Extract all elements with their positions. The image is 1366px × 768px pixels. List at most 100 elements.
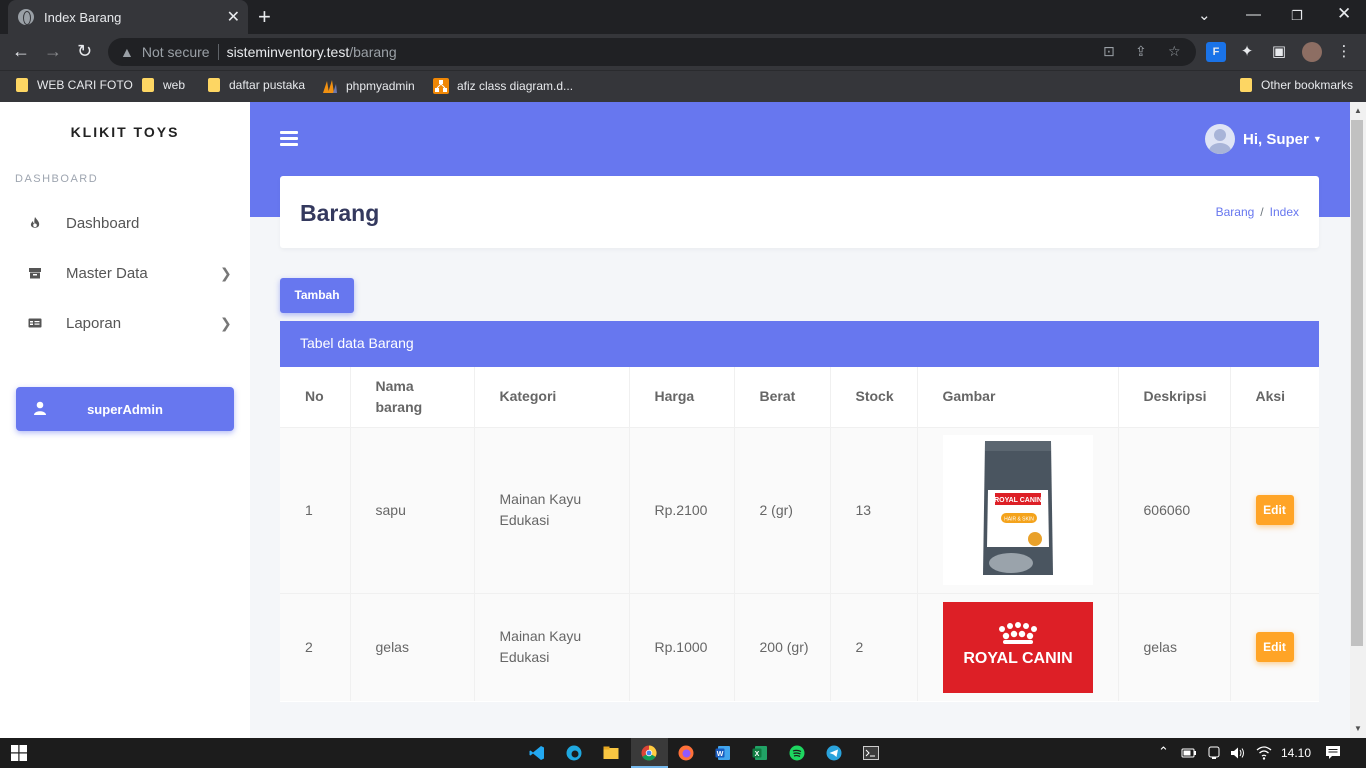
hamburger-menu-icon[interactable] <box>280 131 298 146</box>
restore-button[interactable]: ❐ <box>1291 8 1303 24</box>
table-caption: Tabel data Barang <box>280 321 1319 367</box>
chrome-icon[interactable] <box>641 745 657 761</box>
battery-icon[interactable] <box>1181 745 1197 761</box>
browser-tab[interactable]: Index Barang ✕ <box>8 0 248 34</box>
product-bag-image: ROYAL CANIN HAIR & SKIN <box>942 435 1093 585</box>
sidebar-item-dashboard[interactable]: Dashboard <box>0 203 250 243</box>
bookmark-item[interactable]: afiz class diagram.d... <box>433 78 573 94</box>
url-host: sisteminventory.test <box>226 44 350 60</box>
telegram-icon[interactable] <box>826 745 842 761</box>
puzzle-icon[interactable]: ✦ <box>1237 42 1257 62</box>
column-header: Nama barang <box>350 367 475 427</box>
column-header: Aksi <box>1255 388 1286 405</box>
vscode-icon[interactable] <box>529 745 545 761</box>
warning-icon: ▲ <box>120 44 134 60</box>
url-path: /barang <box>349 44 397 60</box>
clock[interactable]: 14.10 <box>1281 746 1311 760</box>
column-header: Gambar <box>917 367 1119 427</box>
brand-logo-text[interactable]: KLIKIT TOYS <box>0 124 250 140</box>
word-icon[interactable]: W <box>715 745 731 761</box>
id-card-icon <box>28 318 42 328</box>
table-row: 2 gelas Mainan Kayu Edukasi Rp.1000 200 … <box>280 592 1319 701</box>
bookmark-item[interactable]: web <box>142 78 185 92</box>
cell-deskripsi: gelas <box>1118 592 1231 701</box>
tray-chevron-up-icon[interactable]: ⌃ <box>1158 744 1169 760</box>
user-role-button[interactable]: superAdmin <box>16 387 234 431</box>
windows-start-icon[interactable] <box>11 745 27 761</box>
edit-button[interactable]: Edit <box>1255 632 1294 663</box>
table-card: Tabel data Barang No Nama barang Kategor… <box>280 321 1319 702</box>
logo-text: ROYAL CANIN <box>963 650 1072 667</box>
volume-icon[interactable] <box>1230 745 1246 761</box>
column-header: Harga <box>629 367 735 427</box>
chevron-right-icon: ❯ <box>220 264 232 281</box>
tab-search-icon[interactable]: ⌄ <box>1198 6 1211 24</box>
column-header: No <box>280 367 351 427</box>
cell-aksi: Edit <box>1230 426 1319 593</box>
cell-no: 1 <box>280 426 351 593</box>
new-tab-button[interactable]: + <box>258 4 271 30</box>
translate-icon[interactable]: ⊡ <box>1103 43 1115 60</box>
bookmark-item[interactable]: WEB CARI FOTO <box>16 78 133 92</box>
cell-berat: 200 (gr) <box>734 592 831 701</box>
close-tab-icon[interactable]: ✕ <box>227 7 240 27</box>
forward-icon[interactable]: → <box>44 41 62 62</box>
omnibox-divider <box>217 44 219 60</box>
reload-icon[interactable]: ↻ <box>77 41 92 62</box>
diagram-icon <box>433 78 449 94</box>
fire-icon <box>30 217 40 228</box>
avatar <box>1205 124 1235 154</box>
profile-avatar-icon[interactable] <box>1302 42 1322 62</box>
edit-button[interactable]: Edit <box>1255 495 1294 525</box>
firefox-icon[interactable] <box>678 745 694 761</box>
product-image: ROYAL CANIN <box>942 601 1093 693</box>
extension-icon[interactable]: F <box>1206 42 1226 62</box>
archive-icon <box>29 268 41 279</box>
bag-variant-text: HAIR & SKIN <box>1004 517 1034 523</box>
breadcrumb-item[interactable]: Index <box>1270 205 1299 219</box>
file-explorer-icon[interactable] <box>603 745 619 761</box>
table-row: 1 sapu Mainan Kayu Edukasi Rp.2100 2 (gr… <box>280 426 1319 593</box>
bookmark-item[interactable]: phpmyadmin <box>322 78 415 94</box>
device-icon[interactable] <box>1206 745 1222 761</box>
security-label: Not secure <box>141 44 210 60</box>
bookmark-item[interactable]: daftar pustaka <box>208 78 305 92</box>
user-role-label: superAdmin <box>87 401 163 417</box>
cell-nama: gelas <box>350 592 475 701</box>
side-panel-icon[interactable]: ▣ <box>1269 42 1289 62</box>
bookmark-star-icon[interactable]: ☆ <box>1168 43 1181 60</box>
wifi-icon[interactable] <box>1256 745 1272 761</box>
bookmark-label: Other bookmarks <box>1261 78 1354 92</box>
section-header: Barang Barang / Index <box>280 176 1319 248</box>
bag-brand-text: ROYAL CANIN <box>994 497 1042 504</box>
breadcrumb-item[interactable]: Barang <box>1216 205 1255 219</box>
spotify-icon[interactable] <box>789 745 805 761</box>
cell-no: 2 <box>280 592 351 701</box>
scroll-up-arrow-icon[interactable]: ▲ <box>1354 106 1362 115</box>
minimize-button[interactable]: — <box>1246 6 1261 23</box>
svg-text:W: W <box>717 751 724 758</box>
sidebar-item-laporan[interactable]: Laporan ❯ <box>0 303 250 343</box>
page-scrollbar[interactable]: ▲ ▼ <box>1350 102 1366 738</box>
other-bookmarks[interactable]: Other bookmarks <box>1240 78 1353 92</box>
chevron-right-icon: ❯ <box>220 314 232 331</box>
share-icon[interactable]: ⇪ <box>1135 43 1147 60</box>
notification-icon[interactable] <box>1325 745 1341 761</box>
scrollbar-thumb[interactable] <box>1351 120 1363 646</box>
cell-deskripsi: 606060 <box>1118 426 1231 593</box>
chrome-menu-icon[interactable]: ⋮ <box>1334 42 1354 62</box>
add-button[interactable]: Tambah <box>280 278 354 313</box>
edge-icon[interactable] <box>566 745 582 761</box>
bookmark-label: web <box>163 78 186 92</box>
globe-icon <box>18 9 34 25</box>
address-bar[interactable]: ▲ Not secure sisteminventory.test/barang… <box>108 38 1196 66</box>
scroll-down-arrow-icon[interactable]: ▼ <box>1354 724 1362 733</box>
cell-berat: 2 (gr) <box>734 426 831 593</box>
excel-icon[interactable]: X <box>752 745 768 761</box>
user-dropdown[interactable]: Hi, Super ▼ <box>1205 124 1322 154</box>
sidebar-item-master-data[interactable]: Master Data ❯ <box>0 253 250 293</box>
terminal-icon[interactable] <box>863 745 879 761</box>
window-close-button[interactable]: ✕ <box>1337 4 1351 24</box>
back-icon[interactable]: ← <box>12 41 30 62</box>
cell-stock: 2 <box>830 592 918 701</box>
